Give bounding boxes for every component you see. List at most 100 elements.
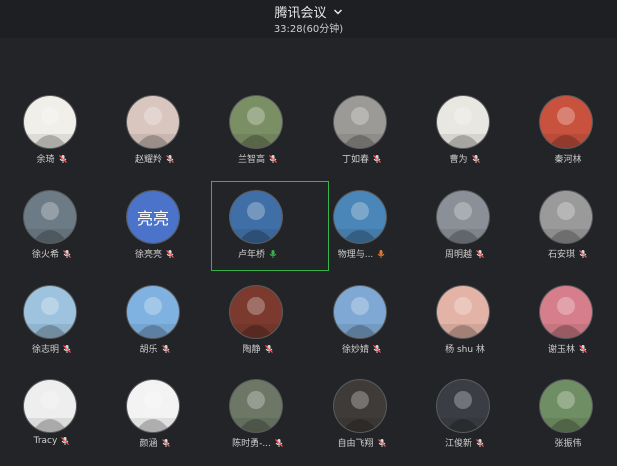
participant-tile[interactable]: 陈时勇-... xyxy=(206,380,310,466)
participant-tile[interactable]: 陶静 xyxy=(206,286,310,372)
avatar-image xyxy=(127,107,179,148)
avatar[interactable] xyxy=(437,380,489,432)
participant-tile[interactable]: 胡乐 xyxy=(103,286,207,372)
participant-name-row: 颜涵 xyxy=(103,436,207,449)
participant-name: 曹为 xyxy=(449,155,468,165)
avatar-image xyxy=(540,107,592,148)
participant-tile[interactable]: 江俊新 xyxy=(413,380,517,466)
avatar[interactable] xyxy=(540,286,592,338)
participant-tile[interactable]: 兰智高 xyxy=(206,96,310,182)
participant-tile[interactable]: Tracy xyxy=(0,380,104,466)
mic-muted-icon xyxy=(166,154,174,163)
avatar[interactable] xyxy=(334,191,386,243)
mic-muted-icon xyxy=(579,249,587,258)
participant-tile[interactable]: 徐火希 xyxy=(0,191,104,277)
avatar-image xyxy=(334,297,386,338)
avatar-image xyxy=(230,297,282,338)
avatar-image xyxy=(127,297,179,338)
participant-name: 胡乐 xyxy=(139,345,158,355)
avatar[interactable] xyxy=(24,286,76,338)
participant-grid: 余琦赵耀羚 兰智高 丁如春 曹为 秦河林徐火希 亮亮 徐亮亮 卢年桥 物理与... 周明越 石安琪徐… xyxy=(0,0,617,462)
avatar[interactable] xyxy=(24,191,76,243)
participant-name-row: 徐志明 xyxy=(0,342,104,355)
mic-muted-icon xyxy=(377,438,386,447)
avatar[interactable] xyxy=(24,96,76,148)
avatar[interactable] xyxy=(437,191,489,243)
participant-name: 赵耀羚 xyxy=(134,155,162,165)
avatar[interactable] xyxy=(540,96,592,148)
avatar-image xyxy=(540,391,592,432)
participant-tile[interactable]: 物理与... xyxy=(310,191,414,277)
participant-tile[interactable]: 曹为 xyxy=(413,96,517,182)
avatar-image xyxy=(437,297,489,338)
avatar[interactable] xyxy=(230,96,282,148)
avatar[interactable] xyxy=(437,286,489,338)
mic-muted-icon xyxy=(269,154,277,163)
participant-name: 石安琪 xyxy=(547,250,575,260)
participant-name-row: 杨 shu 林 xyxy=(413,342,517,355)
participant-tile[interactable]: 杨 shu 林 xyxy=(413,286,517,372)
avatar[interactable] xyxy=(540,191,592,243)
participant-tile[interactable]: 赵耀羚 xyxy=(103,96,207,182)
avatar[interactable] xyxy=(127,286,179,338)
avatar[interactable] xyxy=(540,380,592,432)
participant-name-row: 卢年桥 xyxy=(206,247,310,260)
participant-name-row: 曹为 xyxy=(413,152,517,165)
participant-tile[interactable]: 余琦 xyxy=(0,96,104,182)
avatar[interactable] xyxy=(334,286,386,338)
avatar[interactable] xyxy=(334,380,386,432)
participant-tile[interactable]: 丁如春 xyxy=(310,96,414,182)
mic-muted-icon xyxy=(58,154,67,163)
mic-muted-icon xyxy=(471,154,480,163)
avatar-image xyxy=(334,202,386,243)
participant-name-row: 兰智高 xyxy=(206,152,310,165)
participant-tile[interactable]: 秦河林 xyxy=(516,96,617,182)
avatar[interactable] xyxy=(230,191,282,243)
avatar-image xyxy=(437,107,489,148)
avatar[interactable] xyxy=(230,286,282,338)
avatar[interactable] xyxy=(127,380,179,432)
participant-tile[interactable]: 卢年桥 xyxy=(206,191,310,277)
avatar[interactable] xyxy=(334,96,386,148)
mic-muted-icon xyxy=(63,249,71,258)
avatar-initials: 亮亮 xyxy=(127,191,179,243)
mic-muted-icon xyxy=(61,437,70,445)
participant-tile[interactable]: 谢玉林 xyxy=(516,286,617,372)
mic-muted-icon xyxy=(274,438,283,447)
participant-tile[interactable]: 亮亮 徐亮亮 xyxy=(103,191,207,277)
mic-muted-icon xyxy=(166,249,174,258)
participant-name-row: 丁如春 xyxy=(310,152,414,165)
participant-tile[interactable]: 徐志明 xyxy=(0,286,104,372)
participant-name-row: 物理与... xyxy=(310,247,414,260)
participant-name-row: 陈时勇-... xyxy=(206,436,310,449)
mic-muted-icon xyxy=(476,249,484,258)
participant-tile[interactable]: 石安琪 xyxy=(516,191,617,277)
avatar-image xyxy=(334,391,386,432)
avatar-image xyxy=(334,107,386,148)
avatar[interactable]: 亮亮 xyxy=(127,191,179,243)
participant-name-row: Tracy xyxy=(0,436,104,446)
participant-name: 江俊新 xyxy=(444,439,472,449)
participant-name: 徐火希 xyxy=(31,250,59,260)
participant-name: 自由飞翔 xyxy=(337,439,374,449)
avatar-image xyxy=(24,391,76,432)
mic-warning-icon xyxy=(377,249,385,258)
participant-name: Tracy xyxy=(33,436,58,446)
participant-name: 周明越 xyxy=(444,250,472,260)
participant-tile[interactable]: 徐妙婧 xyxy=(310,286,414,372)
participant-tile[interactable]: 颜涵 xyxy=(103,380,207,466)
avatar-image xyxy=(230,107,282,148)
avatar[interactable] xyxy=(24,380,76,432)
participant-tile[interactable]: 周明越 xyxy=(413,191,517,277)
participant-tile[interactable]: 自由飞翔 xyxy=(310,380,414,466)
participant-name: 秦河林 xyxy=(554,155,582,165)
participant-name: 丁如春 xyxy=(341,155,369,165)
avatar[interactable] xyxy=(230,380,282,432)
avatar[interactable] xyxy=(127,96,179,148)
participant-name-row: 自由飞翔 xyxy=(310,436,414,449)
participant-tile[interactable]: 张振伟 xyxy=(516,380,617,466)
participant-name: 颜涵 xyxy=(139,439,158,449)
participant-name: 徐妙婧 xyxy=(341,345,369,355)
avatar-image xyxy=(127,391,179,432)
avatar[interactable] xyxy=(437,96,489,148)
